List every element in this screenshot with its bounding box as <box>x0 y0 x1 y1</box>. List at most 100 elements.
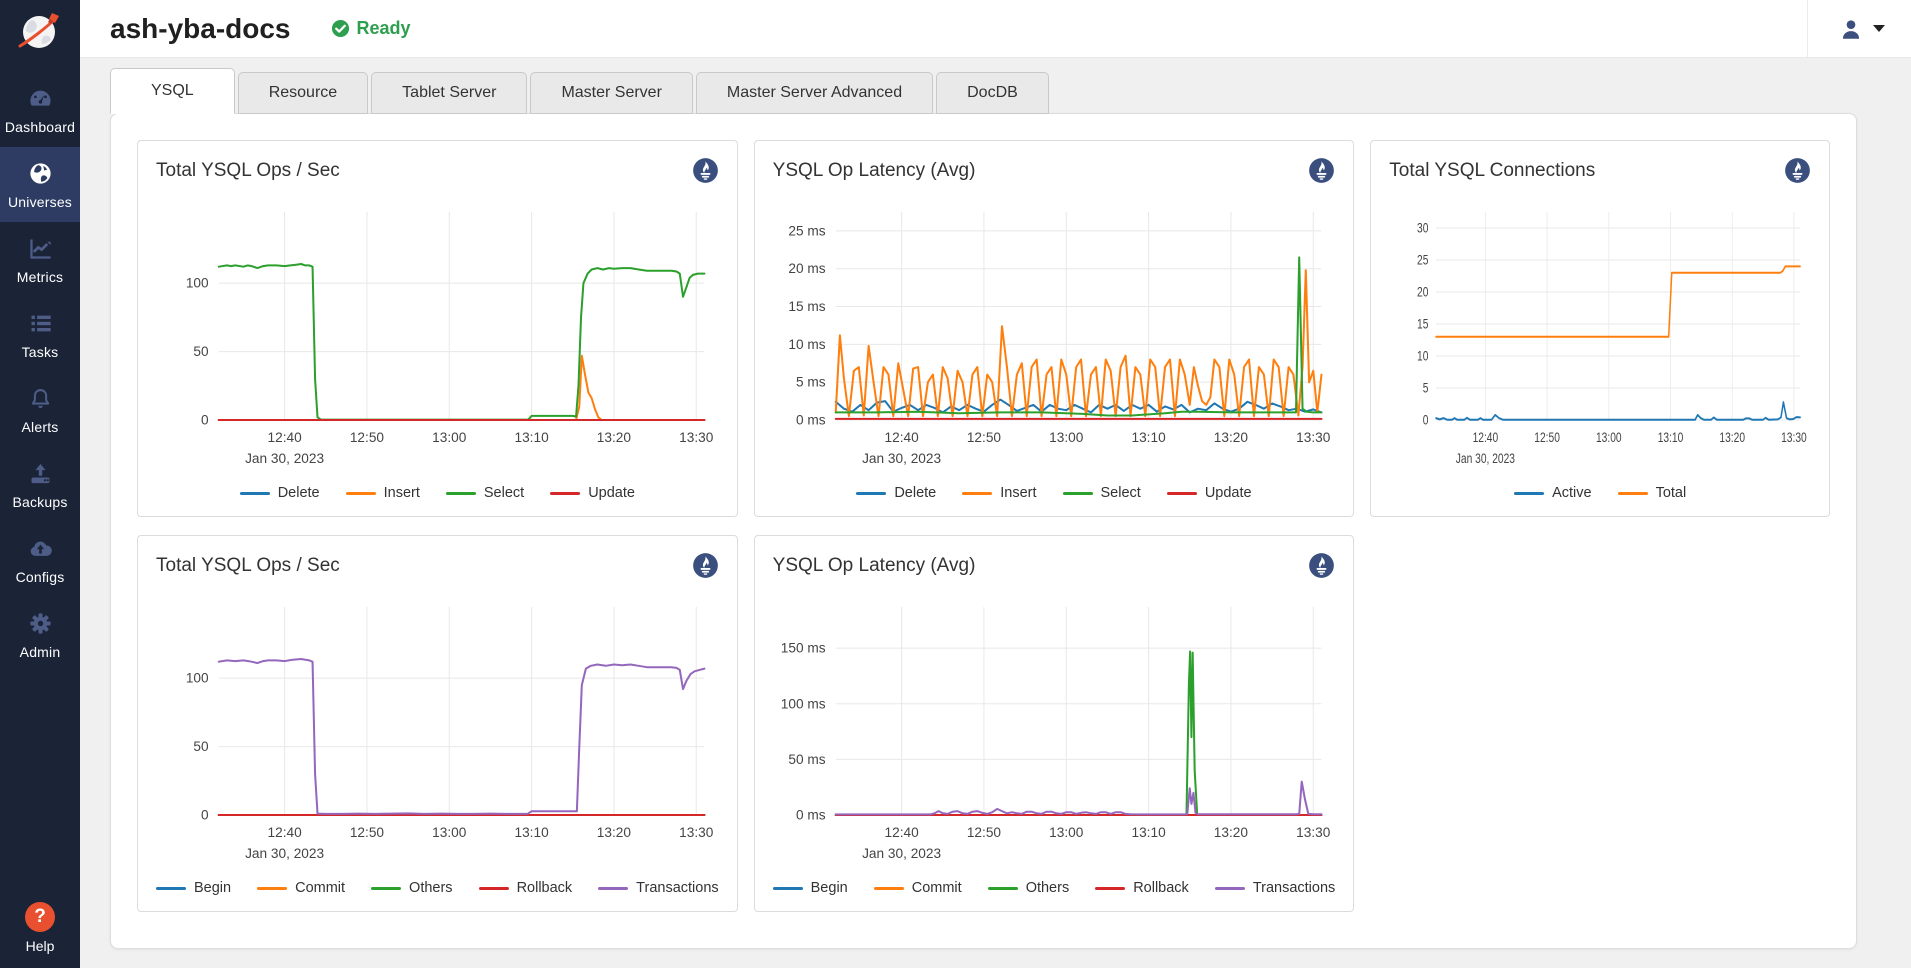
legend-swatch <box>874 887 904 890</box>
legend-item-select[interactable]: Select <box>446 485 524 501</box>
legend-item-begin[interactable]: Begin <box>156 880 231 896</box>
prometheus-icon[interactable] <box>692 552 719 579</box>
legend-label: Others <box>409 880 453 896</box>
user-menu[interactable] <box>1807 0 1911 57</box>
prometheus-icon[interactable] <box>692 157 719 184</box>
svg-text:12:40: 12:40 <box>884 430 919 445</box>
legend-item-transactions[interactable]: Transactions <box>598 880 718 896</box>
svg-text:13:20: 13:20 <box>597 430 632 445</box>
sidebar-item-universes[interactable]: Universes <box>0 147 80 222</box>
svg-text:100: 100 <box>186 671 209 686</box>
legend-swatch <box>446 492 476 495</box>
legend-swatch <box>479 887 509 890</box>
svg-text:30: 30 <box>1417 220 1429 236</box>
svg-text:13:30: 13:30 <box>679 430 714 445</box>
svg-text:12:50: 12:50 <box>966 825 1001 840</box>
legend-item-begin[interactable]: Begin <box>773 880 848 896</box>
svg-text:13:20: 13:20 <box>597 825 632 840</box>
backups-upload-icon <box>27 460 54 487</box>
legend-item-others[interactable]: Others <box>371 880 453 896</box>
line-chart-canvas[interactable]: 05101520253012:40Jan 30, 202312:5013:001… <box>1389 200 1811 472</box>
legend-item-others[interactable]: Others <box>988 880 1070 896</box>
sidebar-item-admin[interactable]: Admin <box>0 597 80 672</box>
svg-text:13:10: 13:10 <box>514 430 549 445</box>
panel-total-ysql-ops-transactions: Total YSQL Ops / Sec 05010012:40Jan 30, … <box>137 535 738 912</box>
svg-text:Jan 30, 2023: Jan 30, 2023 <box>862 846 941 861</box>
legend-item-insert[interactable]: Insert <box>962 485 1036 501</box>
svg-text:5: 5 <box>1423 380 1429 396</box>
universe-globe-icon <box>27 160 54 187</box>
legend-swatch <box>156 887 186 890</box>
svg-text:5 ms: 5 ms <box>796 375 826 390</box>
tab-master-server[interactable]: Master Server <box>530 72 692 114</box>
legend-item-rollback[interactable]: Rollback <box>479 880 573 896</box>
sidebar: Dashboard Universes Metrics <box>0 0 80 968</box>
tab-ysql[interactable]: YSQL <box>110 68 235 114</box>
prometheus-icon[interactable] <box>1308 552 1335 579</box>
legend-item-transactions[interactable]: Transactions <box>1215 880 1335 896</box>
prometheus-icon[interactable] <box>1308 157 1335 184</box>
svg-text:20 ms: 20 ms <box>788 261 825 276</box>
panel-total-ysql-connections: Total YSQL Connections 05101520253012:40… <box>1370 140 1830 517</box>
sidebar-item-label: Universes <box>8 194 72 210</box>
svg-text:0: 0 <box>201 808 209 823</box>
svg-text:20: 20 <box>1417 284 1429 300</box>
sidebar-item-alerts[interactable]: Alerts <box>0 372 80 447</box>
legend-item-total[interactable]: Total <box>1618 485 1687 501</box>
legend-item-delete[interactable]: Delete <box>856 485 936 501</box>
svg-text:12:40: 12:40 <box>1473 430 1499 446</box>
sidebar-item-configs[interactable]: Configs <box>0 522 80 597</box>
svg-text:13:20: 13:20 <box>1720 430 1746 446</box>
main-area: ash-yba-docs Ready YSQL Resource <box>80 0 1911 968</box>
sidebar-item-dashboard[interactable]: Dashboard <box>0 72 80 147</box>
legend-item-rollback[interactable]: Rollback <box>1095 880 1189 896</box>
svg-text:10 ms: 10 ms <box>788 337 825 352</box>
legend-label: Rollback <box>517 880 573 896</box>
panel-total-ysql-ops: Total YSQL Ops / Sec 05010012:40Jan 30, … <box>137 140 738 517</box>
sidebar-item-metrics[interactable]: Metrics <box>0 222 80 297</box>
line-chart-canvas[interactable]: 05010012:40Jan 30, 202312:5013:0013:1013… <box>156 200 719 472</box>
chart-title: Total YSQL Ops / Sec <box>156 160 340 182</box>
sidebar-item-backups[interactable]: Backups <box>0 447 80 522</box>
legend-item-commit[interactable]: Commit <box>257 880 345 896</box>
svg-text:13:20: 13:20 <box>1213 430 1248 445</box>
line-chart-canvas[interactable]: 0 ms50 ms100 ms150 ms12:40Jan 30, 202312… <box>773 595 1336 867</box>
tab-master-server-advanced[interactable]: Master Server Advanced <box>696 72 933 114</box>
svg-text:Jan 30, 2023: Jan 30, 2023 <box>245 451 324 466</box>
legend-label: Select <box>1101 485 1141 501</box>
legend-swatch <box>1095 887 1125 890</box>
tab-resource[interactable]: Resource <box>238 72 368 114</box>
legend-item-delete[interactable]: Delete <box>240 485 320 501</box>
sidebar-item-tasks[interactable]: Tasks <box>0 297 80 372</box>
svg-text:13:30: 13:30 <box>1296 825 1331 840</box>
line-chart-canvas[interactable]: 05010012:40Jan 30, 202312:5013:0013:1013… <box>156 595 719 867</box>
legend-swatch <box>1063 492 1093 495</box>
svg-text:Jan 30, 2023: Jan 30, 2023 <box>862 451 941 466</box>
sidebar-item-help[interactable]: ? Help <box>0 902 80 954</box>
legend-item-insert[interactable]: Insert <box>346 485 420 501</box>
prometheus-icon[interactable] <box>1784 157 1811 184</box>
svg-text:13:00: 13:00 <box>432 825 467 840</box>
yugabyte-logo-icon <box>14 6 66 58</box>
panel-ysql-op-latency: YSQL Op Latency (Avg) 0 ms5 ms10 ms15 ms… <box>754 140 1355 517</box>
tab-docdb[interactable]: DocDB <box>936 72 1049 114</box>
tab-tablet-server[interactable]: Tablet Server <box>371 72 527 114</box>
dashboard-gauge-icon <box>27 85 54 112</box>
legend-swatch <box>346 492 376 495</box>
svg-text:13:00: 13:00 <box>1049 825 1084 840</box>
legend-item-active[interactable]: Active <box>1514 485 1592 501</box>
legend-item-commit[interactable]: Commit <box>874 880 962 896</box>
line-chart-canvas[interactable]: 0 ms5 ms10 ms15 ms20 ms25 ms12:40Jan 30,… <box>773 200 1336 472</box>
legend-label: Active <box>1552 485 1592 501</box>
tasks-list-icon <box>27 310 54 337</box>
svg-text:12:50: 12:50 <box>1535 430 1561 446</box>
legend-item-select[interactable]: Select <box>1063 485 1141 501</box>
svg-text:13:00: 13:00 <box>432 430 467 445</box>
legend-item-update[interactable]: Update <box>1167 485 1252 501</box>
yugabyte-logo[interactable] <box>0 0 80 64</box>
legend-label: Total <box>1656 485 1687 501</box>
legend-item-update[interactable]: Update <box>550 485 635 501</box>
chart-legend: Begin Commit Others Rollback Transactions <box>156 877 719 899</box>
content-area: YSQL Resource Tablet Server Master Serve… <box>80 58 1911 968</box>
chart-legend: Active Total <box>1389 482 1811 504</box>
